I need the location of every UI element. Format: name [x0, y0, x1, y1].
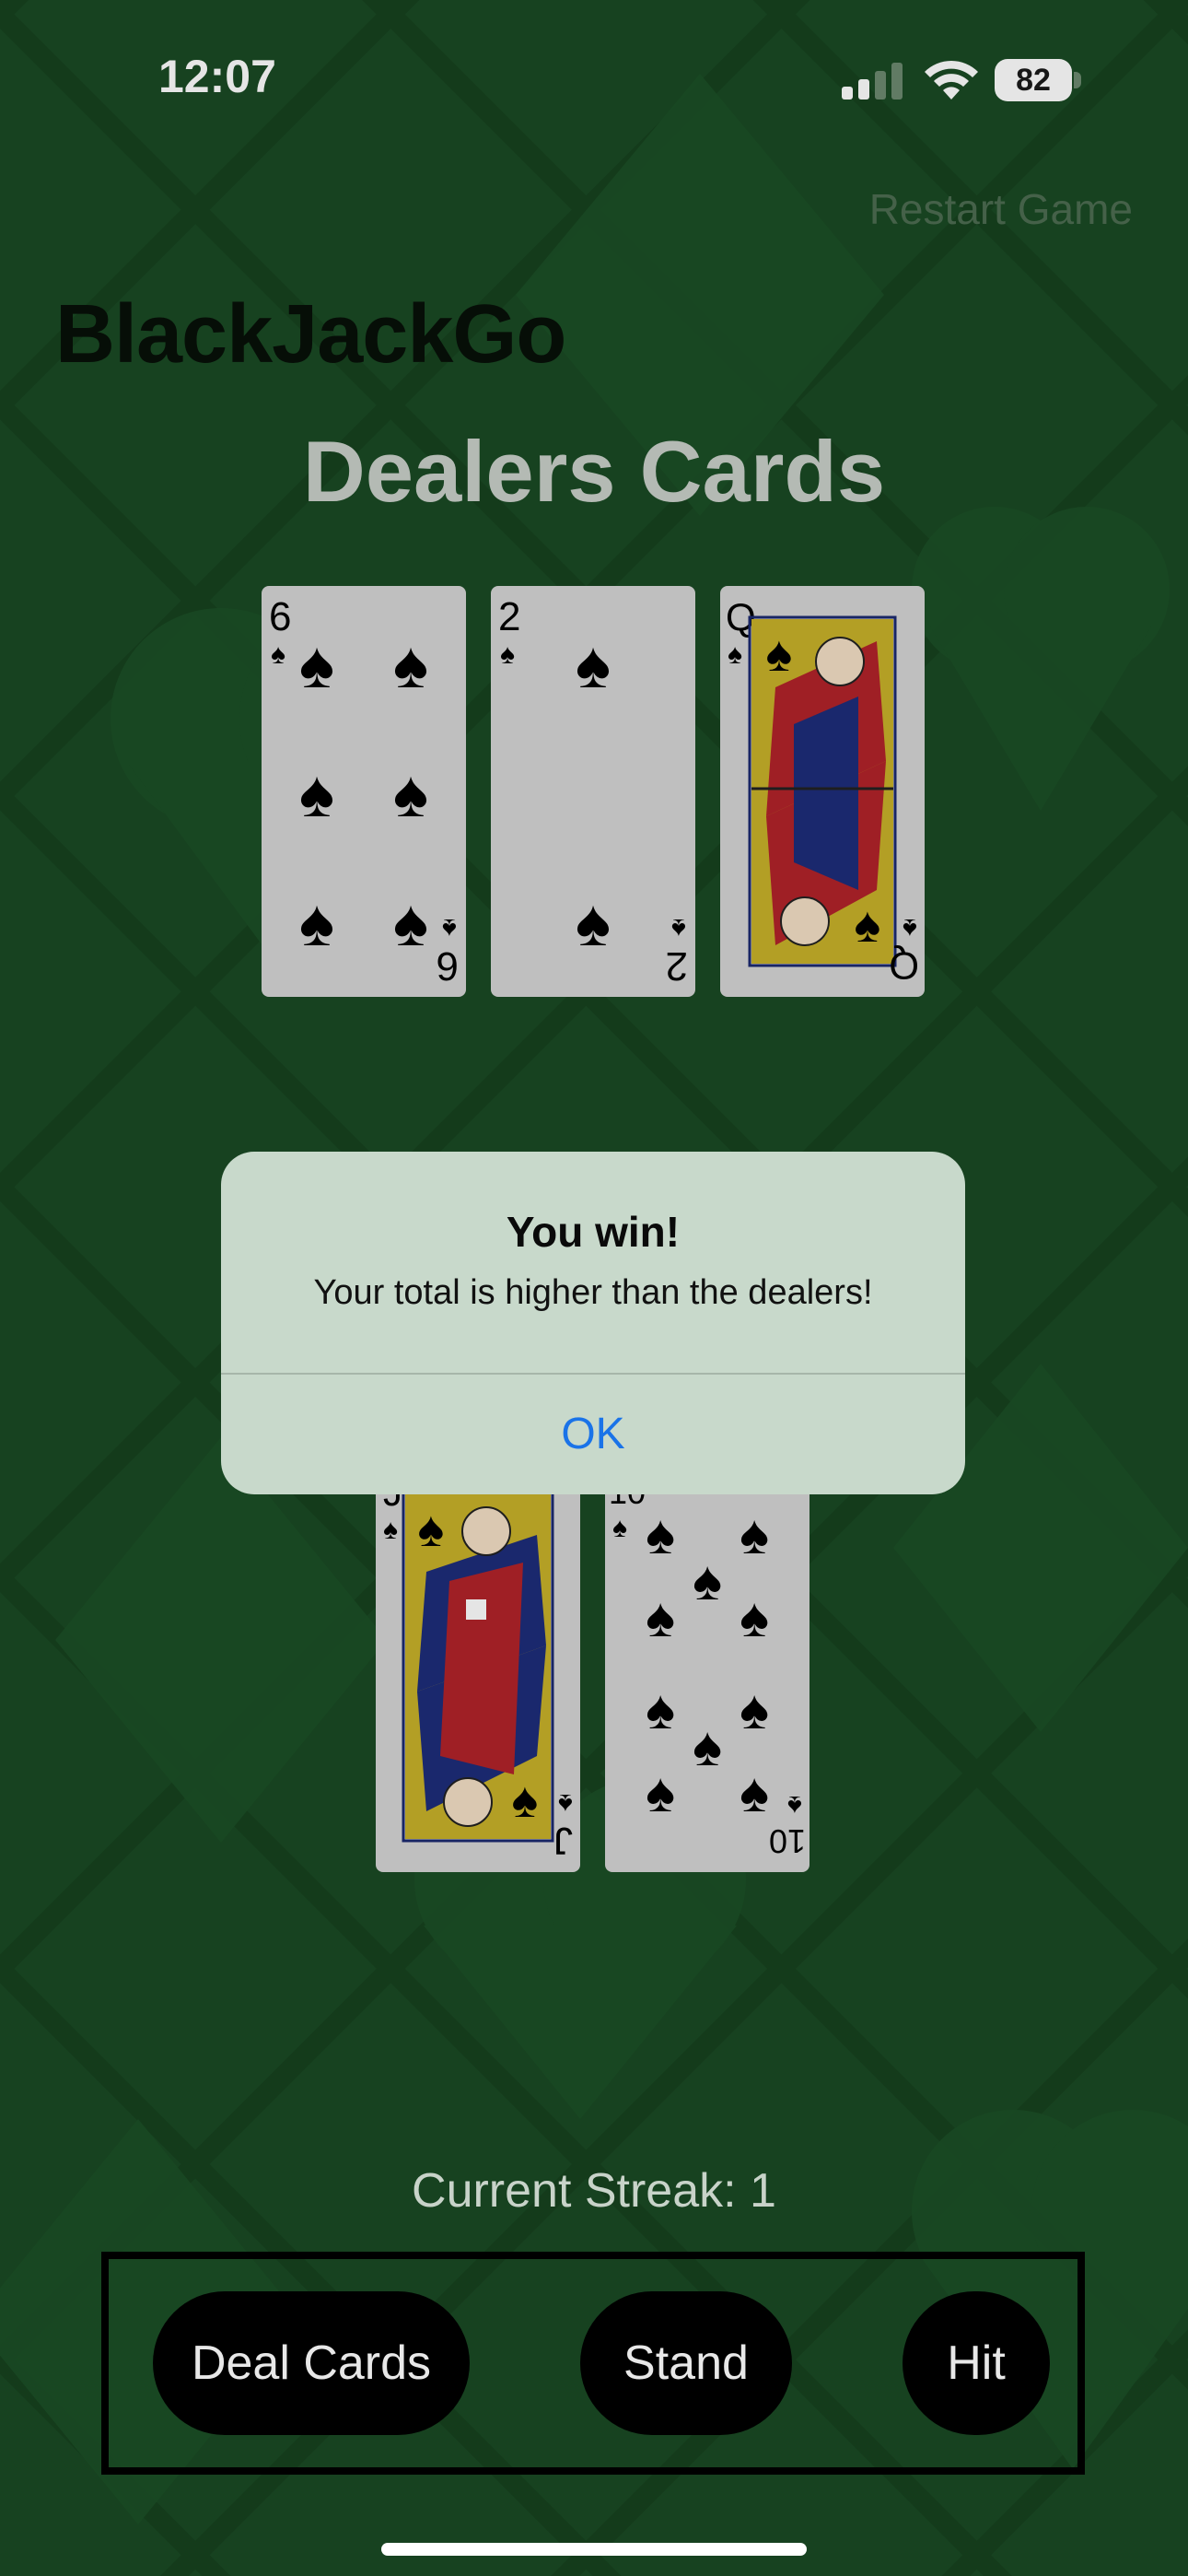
svg-text:♠: ♠ [693, 1715, 722, 1777]
svg-text:♠: ♠ [576, 628, 611, 702]
status-time: 12:07 [158, 51, 276, 102]
player-card-10-spades: 10 ♠ ♠♠ ♠ ♠♠ ♠♠ ♠ ♠♠ 10 ♠ [605, 1461, 809, 1872]
svg-text:J: J [553, 1820, 573, 1863]
svg-text:♠: ♠ [442, 913, 457, 943]
svg-text:♠: ♠ [612, 1513, 627, 1543]
wifi-icon [925, 60, 978, 100]
svg-text:10: 10 [769, 1822, 806, 1860]
stand-button[interactable]: Stand [580, 2291, 792, 2435]
svg-text:♠: ♠ [299, 628, 334, 702]
svg-text:2: 2 [666, 943, 688, 989]
action-button-bar: Deal Cards Stand Hit [101, 2252, 1085, 2475]
alert-title: You win! [506, 1208, 681, 1256]
hit-button[interactable]: Hit [903, 2291, 1050, 2435]
svg-text:♠: ♠ [418, 1502, 445, 1557]
svg-text:♠: ♠ [740, 1504, 769, 1565]
restart-game-button[interactable]: Restart Game [869, 184, 1133, 234]
svg-text:Q: Q [889, 944, 919, 988]
svg-text:2: 2 [498, 594, 520, 639]
cellular-signal-icon [842, 63, 903, 100]
svg-text:♠: ♠ [646, 1762, 675, 1823]
battery-level: 82 [1016, 63, 1051, 98]
battery-icon: 82 [995, 59, 1083, 101]
svg-text:6: 6 [269, 594, 291, 639]
current-streak: Current Streak: 1 [412, 2164, 776, 2218]
svg-text:♠: ♠ [855, 897, 881, 953]
dealer-cards-title: Dealers Cards [302, 423, 886, 520]
svg-text:♠: ♠ [393, 628, 428, 702]
svg-text:♠: ♠ [512, 1773, 539, 1828]
svg-text:♠: ♠ [500, 639, 515, 670]
alert-message: Your total is higher than the dealers! [313, 1273, 873, 1312]
svg-text:♠: ♠ [740, 1679, 769, 1740]
svg-text:♠: ♠ [576, 886, 611, 960]
svg-text:♠: ♠ [903, 913, 917, 943]
svg-text:♠: ♠ [646, 1587, 675, 1648]
svg-text:♠: ♠ [671, 913, 686, 943]
svg-text:♠: ♠ [393, 757, 428, 831]
deal-cards-button[interactable]: Deal Cards [153, 2291, 470, 2435]
dealer-card-q-spades: Q ♠ ♠ ♠ Q ♠ [720, 586, 925, 997]
alert-ok-button[interactable]: OK [221, 1375, 965, 1494]
svg-text:♠: ♠ [766, 626, 793, 682]
svg-text:♠: ♠ [740, 1587, 769, 1648]
svg-text:♠: ♠ [740, 1762, 769, 1823]
svg-text:♠: ♠ [693, 1550, 722, 1611]
svg-text:♠: ♠ [646, 1504, 675, 1565]
svg-text:6: 6 [437, 943, 459, 989]
svg-text:♠: ♠ [383, 1515, 398, 1545]
svg-text:♠: ♠ [299, 886, 334, 960]
svg-text:♠: ♠ [393, 886, 428, 960]
svg-text:♠: ♠ [728, 639, 742, 670]
svg-text:♠: ♠ [271, 639, 285, 670]
dealer-card-6-spades: 6 ♠ ♠ ♠ ♠ ♠ ♠ ♠ 6 ♠ [262, 586, 466, 997]
app-title: BlackJackGo [55, 288, 566, 381]
dealer-card-2-spades: 2 ♠ ♠ ♠ 2 ♠ [491, 586, 695, 997]
svg-text:♠: ♠ [299, 757, 334, 831]
svg-text:♠: ♠ [787, 1790, 802, 1821]
win-alert-dialog: You win! Your total is higher than the d… [221, 1152, 965, 1494]
home-indicator[interactable] [381, 2543, 807, 2556]
player-card-j-spades: J ♠ ♠ ♠ J ♠ [376, 1461, 580, 1872]
svg-text:♠: ♠ [558, 1788, 573, 1819]
svg-text:♠: ♠ [646, 1679, 675, 1740]
